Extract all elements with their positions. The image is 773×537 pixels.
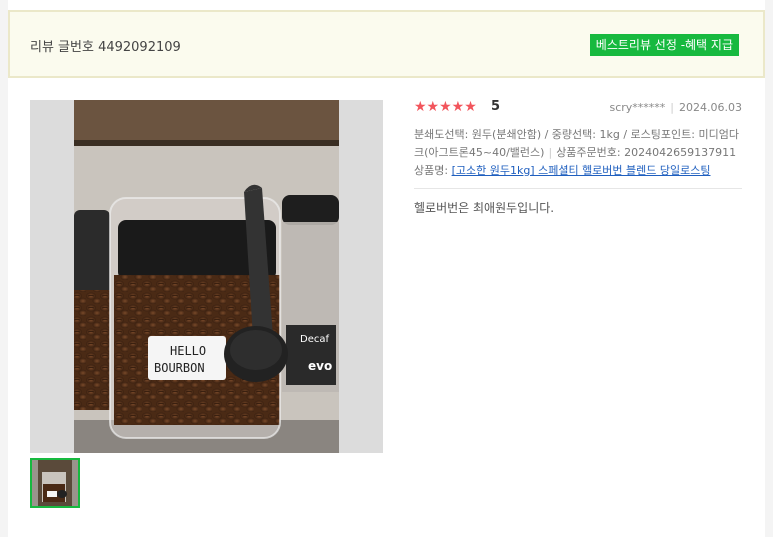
- rating-score: 5: [491, 99, 501, 114]
- photo-thumbnail[interactable]: [30, 458, 80, 508]
- review-body: 헬로버번은 최애원두입니다.: [414, 201, 555, 215]
- option-divider: |: [548, 146, 553, 159]
- review-meta: scry****** | 2024.06.03: [609, 101, 742, 114]
- coffee-jar-photo: Decaf evo HELLO BOURBON: [30, 100, 383, 453]
- thumbnail-image: [32, 460, 78, 506]
- star-rating-icon: ★★★★★: [414, 99, 477, 115]
- order-number-label: 상품주문번호:: [556, 146, 621, 159]
- meta-divider: |: [670, 101, 675, 114]
- evo-brand-label: evo: [308, 359, 332, 373]
- bourbon-label: BOURBON: [154, 361, 205, 375]
- best-review-badge: 베스트리뷰 선정 -혜택 지급: [589, 34, 739, 56]
- decaf-label: Decaf: [300, 334, 329, 345]
- product-link[interactable]: [고소한 원두1kg] 스페셜티 헬로버번 블렌드 당일로스팅: [452, 164, 711, 177]
- left-gutter: [0, 0, 8, 537]
- purchase-options: 분쇄도선택: 원두(분쇄안함) / 중량선택: 1kg / 로스팅포인트: 미디…: [414, 126, 742, 162]
- review-info: ★★★★★ 5 scry****** | 2024.06.03 분쇄도선택: 원두(…: [414, 98, 742, 216]
- author-id: scry******: [609, 101, 666, 114]
- product-name-row: 상품명: [고소한 원두1kg] 스페셜티 헬로버번 블렌드 당일로스팅: [414, 162, 742, 180]
- review-card: 리뷰 글번호 4492092109 베스트리뷰 선정 -혜택 지급 Decaf …: [0, 0, 773, 537]
- review-number: 리뷰 글번호 4492092109: [30, 40, 181, 55]
- review-header: 리뷰 글번호 4492092109 베스트리뷰 선정 -혜택 지급: [8, 10, 765, 78]
- hello-label: HELLO: [170, 344, 206, 358]
- order-number: 2024042659137911: [624, 146, 737, 159]
- review-photo[interactable]: Decaf evo HELLO BOURBON: [30, 100, 383, 453]
- product-label: 상품명:: [414, 164, 452, 177]
- right-gutter: [765, 0, 773, 537]
- review-date: 2024.06.03: [679, 101, 742, 114]
- review-content: Decaf evo HELLO BOURBON ★★★★★ 5 scry****…: [8, 80, 765, 537]
- rating-row: ★★★★★ 5 scry****** | 2024.06.03: [414, 98, 742, 120]
- divider: [414, 188, 742, 189]
